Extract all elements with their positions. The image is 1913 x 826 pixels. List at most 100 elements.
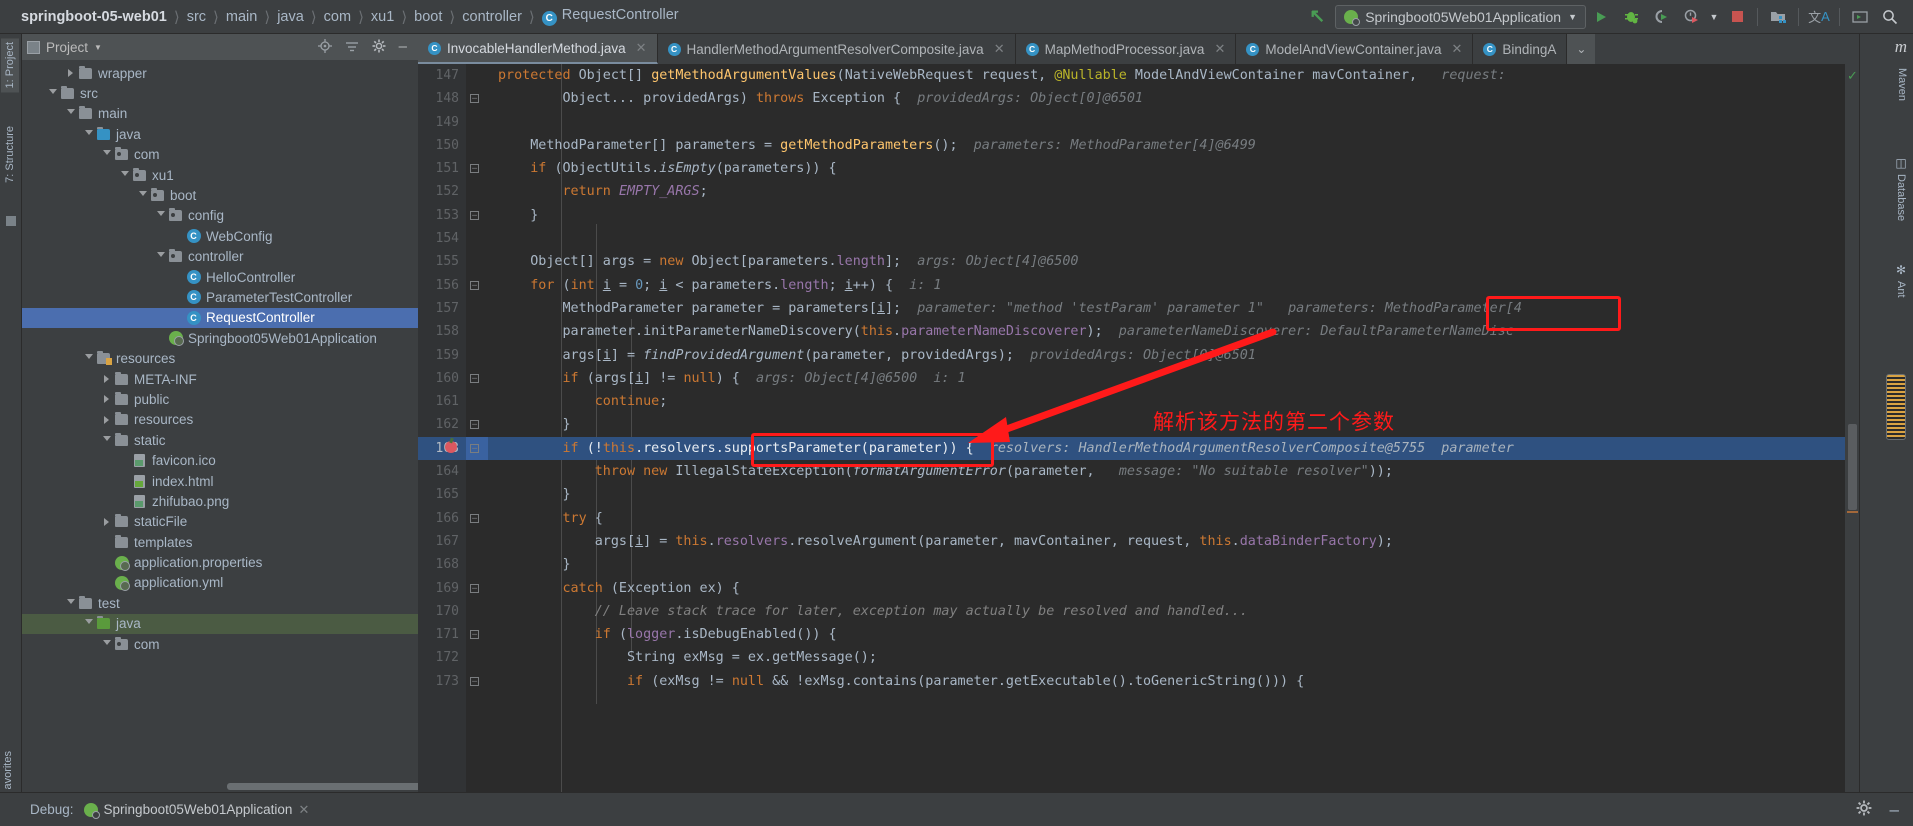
code-fold-icon[interactable]: ─ (470, 164, 479, 174)
hide-icon[interactable]: – (399, 39, 407, 54)
tree-expander-expanded-icon[interactable] (100, 150, 113, 159)
code-line-150[interactable]: 150 MethodParameter[] parameters = getMe… (418, 134, 1859, 157)
source-code[interactable]: 147 protected Object[] getMethodArgumentV… (418, 64, 1859, 792)
code-fold-icon[interactable]: ─ (470, 443, 479, 453)
debug-session-tab[interactable]: Springboot05Web01Application ✕ (83, 802, 309, 819)
profiler-dropdown-icon[interactable]: ▼ (1706, 4, 1722, 30)
run-configuration-selector[interactable]: Springboot05Web01Application ▼ (1335, 4, 1586, 29)
code-line-165[interactable]: 165 } (418, 483, 1859, 506)
code-line-161[interactable]: 161 continue; (418, 390, 1859, 413)
code-line-170[interactable]: 170 // Leave stack trace for later, exce… (418, 600, 1859, 623)
line-number[interactable]: 150 (418, 134, 466, 157)
tree-node-boot[interactable]: boot (22, 185, 418, 205)
breadcrumb-item-controller[interactable]: controller (455, 9, 529, 25)
close-icon[interactable]: ✕ (636, 40, 647, 56)
code-line-149[interactable]: 149 (418, 111, 1859, 134)
tree-node-public[interactable]: public (22, 389, 418, 409)
tree-expander-expanded-icon[interactable] (136, 191, 149, 200)
code-fold-icon[interactable]: ─ (470, 210, 479, 220)
back-arrow-icon[interactable]: ↖ (1309, 5, 1325, 28)
tool-window-database[interactable]: ◫ Database (1891, 152, 1911, 225)
code-fold-icon[interactable]: ─ (470, 676, 479, 686)
tree-node-resources[interactable]: resources (22, 410, 418, 430)
tree-expander-collapsed-icon[interactable] (64, 69, 77, 78)
line-number[interactable]: 157 (418, 297, 466, 320)
tree-expander-collapsed-icon[interactable] (100, 517, 113, 526)
line-number[interactable]: 165 (418, 483, 466, 506)
line-number[interactable]: 170 (418, 600, 466, 623)
tree-expander-expanded-icon[interactable] (82, 354, 95, 363)
profiler-button[interactable] (1676, 4, 1706, 30)
tool-window-ant[interactable]: ✻ Ant (1891, 259, 1911, 302)
run-button[interactable] (1586, 4, 1616, 30)
line-number[interactable]: 156 (418, 274, 466, 297)
breadcrumb-item-java[interactable]: java (270, 9, 311, 25)
code-line-155[interactable]: 155 Object[] args = new Object[parameter… (418, 250, 1859, 273)
locate-icon[interactable] (317, 38, 332, 56)
tree-expander-expanded-icon[interactable] (100, 435, 113, 445)
tree-node-config[interactable]: config (22, 206, 418, 226)
line-number[interactable]: 162 (418, 413, 466, 436)
tree-node-staticfile[interactable]: staticFile (22, 512, 418, 532)
line-number[interactable]: 159 (418, 344, 466, 367)
translate-button[interactable]: 文A (1804, 4, 1834, 30)
code-line-166[interactable]: 166 ─ try { (418, 507, 1859, 530)
debug-button[interactable] (1616, 4, 1646, 30)
code-line-147[interactable]: 147 protected Object[] getMethodArgumentV… (418, 64, 1859, 87)
code-line-151[interactable]: 151 ─ if (ObjectUtils.isEmpty(parameters)… (418, 157, 1859, 180)
tree-expander-collapsed-icon[interactable] (100, 415, 113, 424)
code-line-148[interactable]: 148 ─ Object... providedArgs) throws Exce… (418, 87, 1859, 110)
favorites-label[interactable]: avorites (2, 751, 14, 790)
code-line-164[interactable]: 164 throw new IllegalStateException(form… (418, 460, 1859, 483)
breadcrumb-project[interactable]: springboot-05-web01 (14, 9, 174, 25)
tree-node-favicon-ico[interactable]: favicon.ico (22, 450, 418, 470)
breadcrumb-item-main[interactable]: main (219, 9, 264, 25)
minimize-icon[interactable]: – (1890, 801, 1899, 818)
tree-node-static[interactable]: static (22, 430, 418, 450)
tree-node-resources[interactable]: resources (22, 348, 418, 368)
run-with-coverage-button[interactable] (1646, 4, 1676, 30)
code-line-169[interactable]: 169 ─ catch (Exception ex) { (418, 577, 1859, 600)
stripe-marker[interactable] (1847, 511, 1858, 513)
tool-window-maven[interactable]: Maven (1893, 64, 1911, 105)
editor-tab-invocablehandlermethod[interactable]: C InvocableHandlerMethod.java ✕ (418, 34, 658, 64)
breadcrumb-item-boot[interactable]: boot (407, 9, 449, 25)
breadcrumb-item-src[interactable]: src (180, 9, 213, 25)
code-line-168[interactable]: 168 } (418, 553, 1859, 576)
tree-expander-expanded-icon[interactable] (154, 252, 167, 261)
line-number[interactable]: 154 (418, 227, 466, 250)
code-line-158[interactable]: 158 parameter.initParameterNameDiscovery… (418, 320, 1859, 343)
line-number[interactable]: 171 (418, 623, 466, 646)
close-icon[interactable]: ✕ (994, 41, 1005, 57)
memory-indicator[interactable] (1886, 374, 1906, 440)
project-tree[interactable]: wrapper src main java com xu1 boot config C WebCo… (22, 60, 418, 792)
line-number[interactable]: 151 (418, 157, 466, 180)
breakpoint-icon[interactable] (445, 440, 457, 453)
line-number[interactable]: 160 (418, 367, 466, 390)
code-fold-icon[interactable]: ─ (470, 513, 479, 523)
line-number[interactable]: 149 (418, 111, 466, 134)
code-fold-icon[interactable]: ─ (470, 420, 479, 430)
tree-node-wrapper[interactable]: wrapper (22, 63, 418, 83)
code-fold-icon[interactable]: ─ (470, 373, 479, 383)
tree-node-templates[interactable]: templates (22, 532, 418, 552)
tree-node-controller[interactable]: controller (22, 247, 418, 267)
tree-node-test[interactable]: test (22, 593, 418, 613)
line-number[interactable]: 152 (418, 180, 466, 203)
tree-node-java[interactable]: java (22, 124, 418, 144)
code-line-156[interactable]: 156 ─ for (int i = 0; i < parameters.leng… (418, 274, 1859, 297)
tree-expander-expanded-icon[interactable] (82, 129, 95, 139)
tree-node-src[interactable]: src (22, 83, 418, 103)
tree-node-application-yml[interactable]: application.yml (22, 573, 418, 593)
code-line-153[interactable]: 153 ─ } (418, 204, 1859, 227)
breadcrumb-item-class[interactable]: C RequestController (535, 7, 686, 26)
code-line-160[interactable]: 160 ─ if (args[i] != null) { args: Object… (418, 367, 1859, 390)
project-title-group[interactable]: Project ▼ (27, 40, 102, 55)
line-number[interactable]: 164 (418, 460, 466, 483)
line-number[interactable]: 168 (418, 553, 466, 576)
line-number[interactable]: 158 (418, 320, 466, 343)
stop-button[interactable] (1722, 4, 1752, 30)
line-number[interactable]: 169 (418, 577, 466, 600)
line-number[interactable]: 153 (418, 204, 466, 227)
code-line-171[interactable]: 171 ─ if (logger.isDebugEnabled()) { (418, 623, 1859, 646)
